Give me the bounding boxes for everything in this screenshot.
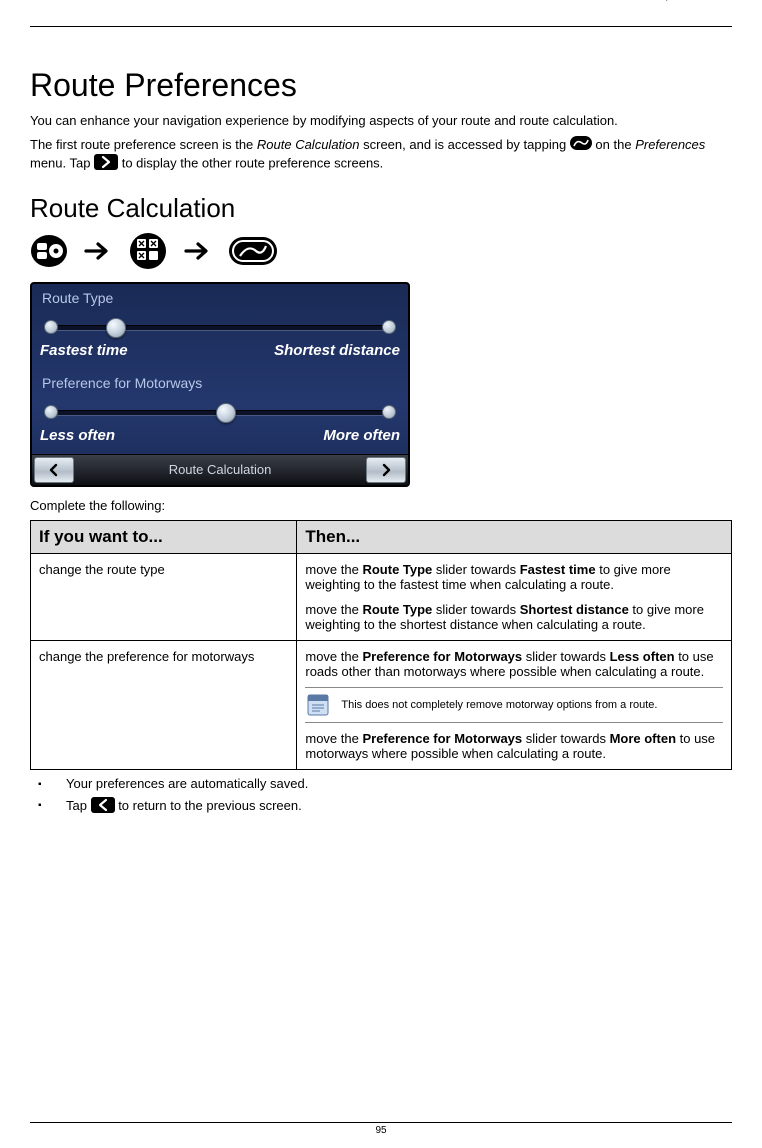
- table-cell: change the preference for motorways: [31, 641, 297, 770]
- slider2-left-label: Less often: [40, 427, 115, 444]
- arrow-right-icon: [84, 241, 112, 261]
- route-pill-icon: [228, 236, 278, 266]
- header: iCN 700 series | Reference: [30, 0, 732, 27]
- device-screenshot: Route Type Fastest time Shortest distanc…: [30, 282, 410, 487]
- route-type-slider[interactable]: [42, 316, 398, 336]
- screenshot-footer-title: Route Calculation: [76, 455, 364, 485]
- note-icon: [305, 692, 331, 718]
- table-cell: change the route type: [31, 554, 297, 641]
- slider2-right-label: More often: [323, 427, 400, 444]
- complete-label: Complete the following:: [30, 497, 732, 515]
- prev-screen-button[interactable]: [34, 457, 74, 483]
- screenshot-section2-label: Preference for Motorways: [32, 369, 408, 391]
- intro-paragraph-2: The first route preference screen is the…: [30, 136, 732, 175]
- note-callout: This does not completely remove motorway…: [305, 687, 723, 723]
- note-text: This does not completely remove motorway…: [341, 699, 657, 711]
- next-screen-button[interactable]: [366, 457, 406, 483]
- back-icon: [91, 797, 115, 816]
- next-icon: [94, 154, 118, 175]
- intro-paragraph-1: You can enhance your navigation experien…: [30, 112, 732, 130]
- page-footer: 95: [30, 1122, 732, 1136]
- header-series: iCN 700 series: [573, 0, 662, 1]
- map-menu-icon: [30, 234, 68, 268]
- page-title: Route Preferences: [30, 67, 732, 104]
- table-cell: move the Preference for Motorways slider…: [297, 641, 732, 770]
- header-section: Reference: [672, 0, 732, 1]
- table-header-if: If you want to...: [31, 521, 297, 554]
- nav-breadcrumb: [30, 232, 732, 270]
- page-number: 95: [30, 1125, 732, 1136]
- slider1-left-label: Fastest time: [40, 342, 128, 359]
- list-item: Tap to return to the previous screen.: [38, 797, 732, 816]
- table-header-then: Then...: [297, 521, 732, 554]
- route-icon: [570, 136, 592, 155]
- table-cell: move the Route Type slider towards Faste…: [297, 554, 732, 641]
- screenshot-section1-label: Route Type: [32, 284, 408, 306]
- instruction-table: If you want to... Then... change the rou…: [30, 520, 732, 770]
- arrow-right-icon: [184, 241, 212, 261]
- section-title: Route Calculation: [30, 193, 732, 224]
- table-row: change the preference for motorways move…: [31, 641, 732, 770]
- list-item: Your preferences are automatically saved…: [38, 776, 732, 791]
- header-sep: |: [661, 0, 672, 1]
- table-row: change the route type move the Route Typ…: [31, 554, 732, 641]
- slider1-right-label: Shortest distance: [274, 342, 400, 359]
- preferences-grid-icon: [128, 232, 168, 270]
- motorway-pref-slider[interactable]: [42, 401, 398, 421]
- bullet-list: Your preferences are automatically saved…: [38, 776, 732, 816]
